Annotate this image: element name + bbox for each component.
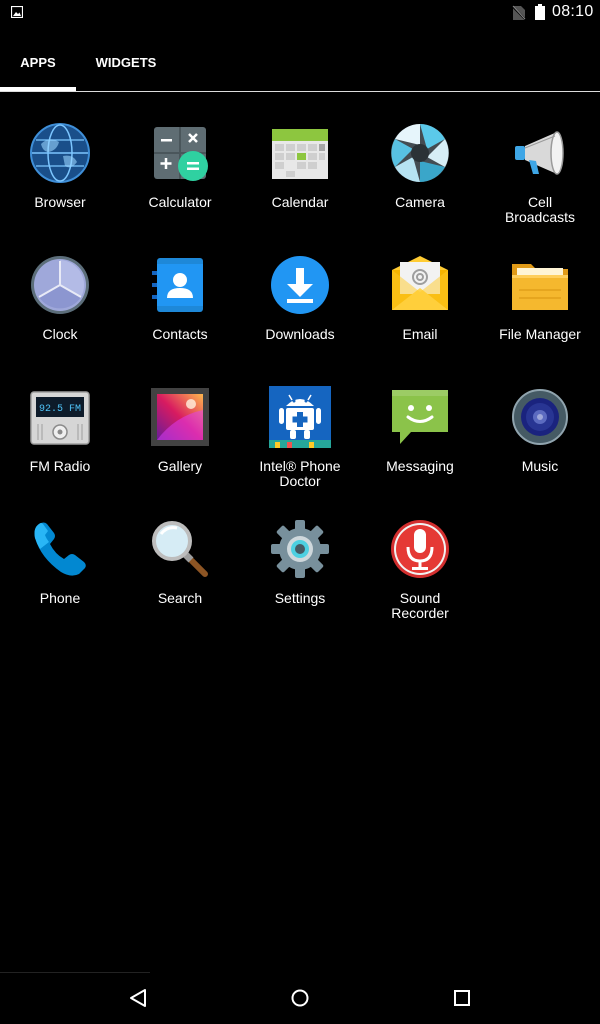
app-fm-radio[interactable]: 92.5 FM FM Radio [0, 382, 120, 514]
messaging-icon [392, 390, 448, 444]
home-icon[interactable] [288, 986, 312, 1010]
app-downloads[interactable]: Downloads [240, 250, 360, 382]
app-settings[interactable]: Settings [240, 514, 360, 646]
clock-time: 08:10 [552, 3, 594, 20]
app-label: File Manager [499, 326, 581, 342]
app-label: Search [157, 590, 203, 606]
app-messaging[interactable]: Messaging [360, 382, 480, 514]
tab-widgets[interactable]: WIDGETS [76, 40, 176, 92]
app-label: Recorder [391, 605, 449, 621]
app-label: Settings [274, 590, 326, 606]
back-icon[interactable] [126, 986, 150, 1010]
file-manager-icon [512, 264, 568, 310]
app-contacts[interactable]: Contacts [120, 250, 240, 382]
app-label: Calculator [148, 194, 212, 210]
music-icon [512, 389, 568, 445]
app-label: Music [521, 458, 559, 474]
sound-recorder-icon [391, 520, 449, 578]
app-label: Camera [395, 194, 445, 210]
app-sound-recorder[interactable]: Sound Recorder [360, 514, 480, 646]
app-label: Intel® Phone [259, 458, 341, 474]
app-label: Browser [34, 194, 86, 210]
status-bar: 08:10 [0, 0, 600, 26]
app-label: Gallery [157, 458, 203, 474]
app-intel-phone-doctor[interactable]: Intel® Phone Doctor [240, 382, 360, 514]
app-label: Calendar [271, 194, 329, 210]
search-icon [152, 521, 208, 577]
app-label: Cell [527, 194, 553, 210]
phone-icon [34, 522, 86, 576]
phone-doctor-icon [269, 386, 331, 448]
tab-bar: APPS WIDGETS [0, 40, 600, 92]
cell-broadcasts-icon [515, 131, 564, 175]
clock-icon [31, 256, 89, 314]
app-label: FM Radio [29, 458, 91, 474]
app-label: Doctor [279, 473, 321, 489]
fm-radio-icon: 92.5 FM [30, 391, 90, 445]
tab-apps[interactable]: APPS [0, 40, 76, 92]
app-phone[interactable]: Phone [0, 514, 120, 646]
app-clock[interactable]: Clock [0, 250, 120, 382]
app-label: Broadcasts [504, 209, 576, 225]
camera-icon [391, 124, 449, 182]
app-calculator[interactable]: Calculator [120, 118, 240, 250]
app-music[interactable]: Music [480, 382, 600, 514]
no-sim-icon [512, 5, 526, 21]
fm-frequency-text: 92.5 FM [39, 404, 81, 415]
app-browser[interactable]: Browser [0, 118, 120, 250]
navbar-divider [0, 972, 150, 973]
navigation-bar [0, 972, 600, 1024]
app-label: Sound [399, 590, 441, 606]
downloads-icon [271, 256, 329, 314]
app-label: Messaging [386, 458, 454, 474]
app-file-manager[interactable]: File Manager [480, 250, 600, 382]
app-label: Email [402, 326, 438, 342]
app-cell-broadcasts[interactable]: Cell Broadcasts [480, 118, 600, 250]
calculator-icon [154, 127, 208, 181]
contacts-icon [152, 258, 203, 312]
gallery-app-icon [151, 388, 209, 446]
app-label: Clock [42, 326, 78, 342]
calendar-icon [272, 129, 328, 179]
app-email[interactable]: Email [360, 250, 480, 382]
recents-icon[interactable] [450, 986, 474, 1010]
app-calendar[interactable]: Calendar [240, 118, 360, 250]
app-label: Downloads [265, 326, 335, 342]
app-camera[interactable]: Camera [360, 118, 480, 250]
app-search[interactable]: Search [120, 514, 240, 646]
email-icon [392, 256, 448, 310]
gallery-icon [11, 6, 23, 18]
tab-divider [0, 91, 600, 92]
app-label: Contacts [152, 326, 208, 342]
browser-icon [30, 123, 90, 183]
settings-icon [271, 520, 329, 578]
battery-icon [535, 4, 545, 20]
app-gallery[interactable]: Gallery [120, 382, 240, 514]
app-label: Phone [39, 590, 81, 606]
